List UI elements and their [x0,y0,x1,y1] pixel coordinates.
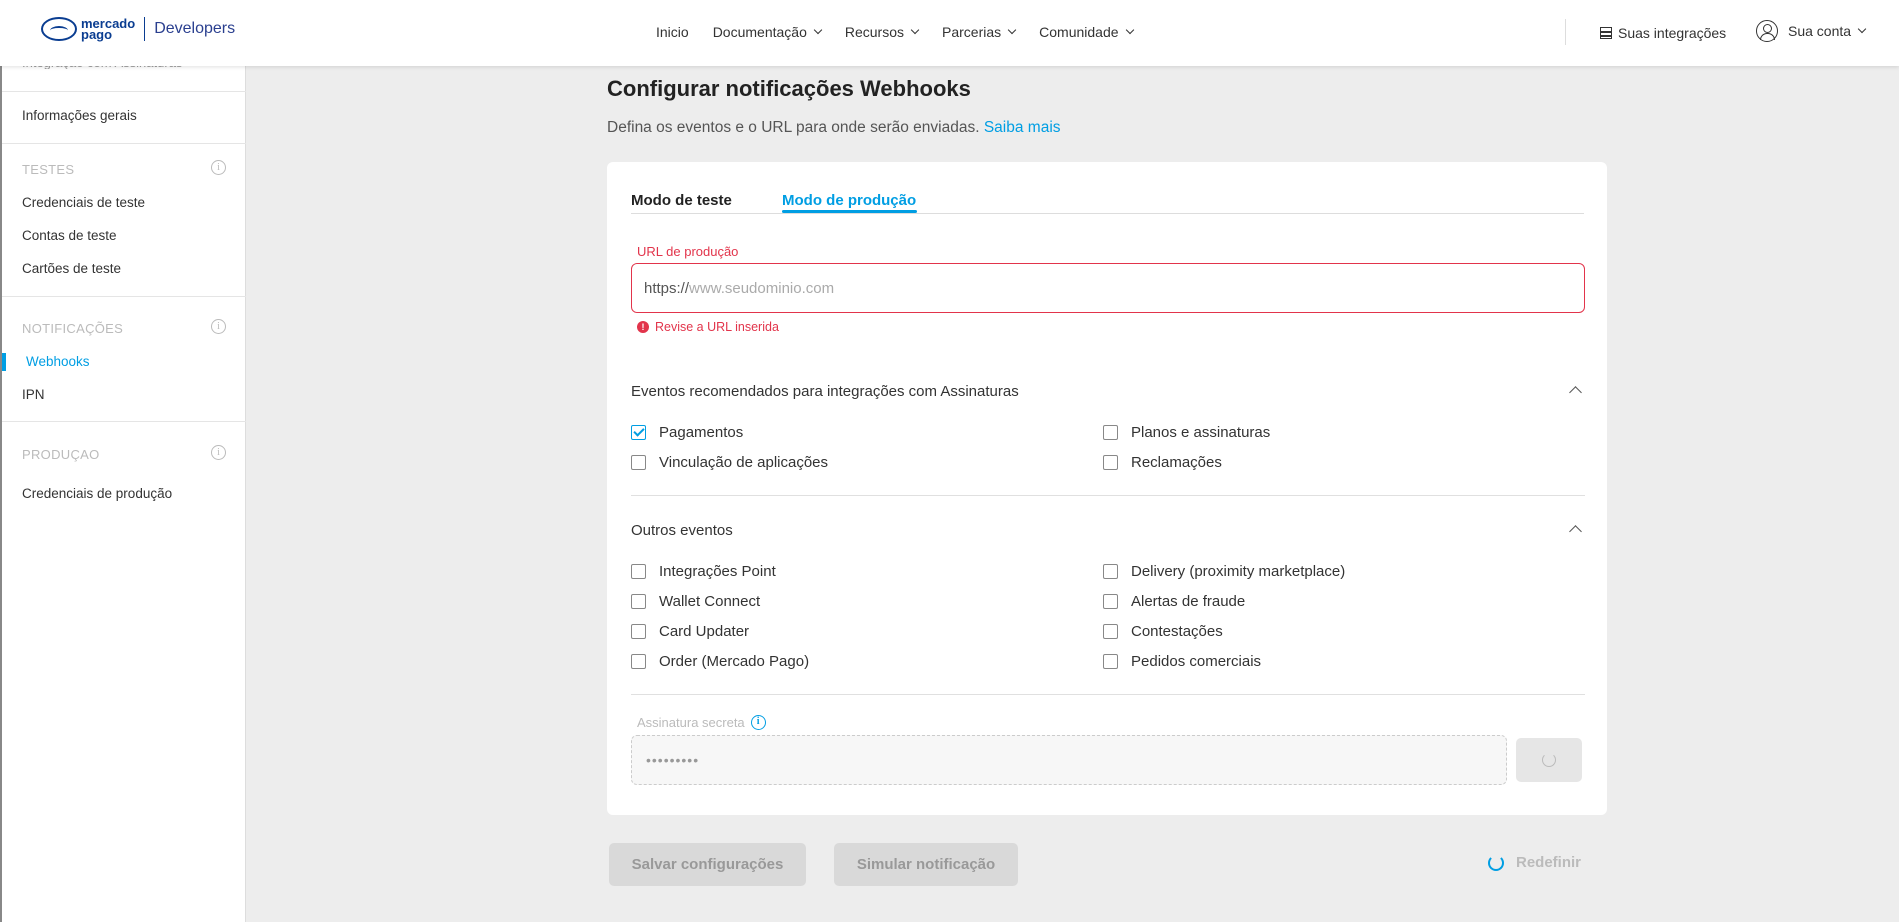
checkbox-icon[interactable] [1103,654,1118,669]
sidebar: Integração com Assinaturas Informações g… [0,0,246,922]
sidebar-item-test-credentials[interactable]: Credenciais de teste [22,195,145,210]
checkbox-icon[interactable] [1103,455,1118,470]
checkbox-icon[interactable] [1103,624,1118,639]
checkbox-icon[interactable] [1103,564,1118,579]
sidebar-item-ipn[interactable]: IPN [22,387,45,402]
checkbox-icon[interactable] [631,564,646,579]
active-tab-underline [782,210,917,213]
top-navbar: mercado pago Developers Inicio Documenta… [0,0,1899,66]
production-url-input[interactable]: https:// www.seudominio.com [631,263,1585,313]
nav-inicio[interactable]: Inicio [656,24,689,40]
checkbox-icon[interactable] [1103,594,1118,609]
section-divider [631,495,1585,496]
regenerate-secret-button[interactable] [1516,738,1582,782]
logo-separator [144,17,146,41]
notifications-info-icon[interactable]: i [211,319,226,334]
learn-more-link[interactable]: Saiba mais [984,119,1061,136]
refresh-icon [1542,753,1556,767]
chevron-up-icon[interactable] [1569,386,1582,399]
sidebar-item-production-credentials[interactable]: Credenciais de produção [22,486,172,501]
production-info-icon[interactable]: i [211,445,226,460]
other-events-heading[interactable]: Outros eventos [631,522,733,539]
handshake-logo-icon [41,17,77,41]
sidebar-divider [2,296,246,297]
url-error-message: ! Revise a URL inserida [637,320,779,334]
section-divider [631,694,1585,695]
logo-wordmark: mercado pago [81,16,136,42]
active-indicator [2,353,6,371]
webhooks-config-card: Modo de teste Modo de produção URL de pr… [607,162,1607,815]
checkbox-checked-icon[interactable] [631,425,646,440]
nav-comunidade[interactable]: Comunidade [1039,24,1134,40]
checkbox-integracoes-point[interactable]: Integrações Point [631,563,776,580]
mercado-pago-logo[interactable]: mercado pago Developers [41,17,235,41]
checkbox-icon[interactable] [631,624,646,639]
chevron-down-icon [1857,24,1867,34]
recommended-events-heading[interactable]: Eventos recomendados para integrações co… [631,383,1019,400]
tab-production-mode[interactable]: Modo de produção [782,192,916,209]
sidebar-divider [2,91,246,92]
checkbox-pedidos-comerciais[interactable]: Pedidos comerciais [1103,653,1261,670]
sidebar-section-notifications: NOTIFICAÇÕES [22,321,124,336]
checkbox-alertas-fraude[interactable]: Alertas de fraude [1103,593,1245,610]
header-separator [1565,19,1566,45]
integrations-icon [1600,27,1612,39]
checkbox-card-updater[interactable]: Card Updater [631,623,749,640]
checkbox-icon[interactable] [631,654,646,669]
chevron-down-icon [1125,25,1134,35]
sidebar-item-test-cards[interactable]: Cartões de teste [22,261,121,276]
sidebar-divider [2,143,246,144]
url-label: URL de produção [637,244,739,259]
developers-label: Developers [154,20,236,37]
checkbox-icon[interactable] [1103,425,1118,440]
mode-tabs: Modo de teste Modo de produção [631,192,1584,214]
sidebar-item-test-accounts[interactable]: Contas de teste [22,228,117,243]
page-subtitle: Defina os eventos e o URL para onde serã… [607,119,1061,136]
checkbox-pagamentos[interactable]: Pagamentos [631,424,743,441]
checkbox-planos-assinaturas[interactable]: Planos e assinaturas [1103,424,1270,441]
checkbox-icon[interactable] [631,455,646,470]
sidebar-section-tests: TESTES [22,162,75,177]
error-icon: ! [637,321,649,333]
info-icon[interactable]: i [750,715,766,730]
chevron-up-icon[interactable] [1569,525,1582,538]
nav-recursos[interactable]: Recursos [845,24,920,40]
sidebar-item-general-info[interactable]: Informações gerais [22,108,137,123]
url-placeholder: www.seudominio.com [689,279,835,297]
checkbox-delivery[interactable]: Delivery (proximity marketplace) [1103,563,1345,580]
integrations-link[interactable]: Suas integrações [1600,25,1726,41]
chevron-down-icon [910,25,920,35]
checkbox-vinculacao-aplicacoes[interactable]: Vinculação de aplicações [631,454,828,471]
page-title: Configurar notificações Webhooks [607,76,971,101]
chevron-down-icon [1007,25,1017,35]
checkbox-wallet-connect[interactable]: Wallet Connect [631,593,760,610]
simulate-notification-button[interactable]: Simular notificação [834,843,1018,886]
save-settings-button[interactable]: Salvar configurações [609,843,806,886]
url-prefix: https:// [644,279,690,297]
nav-parcerias[interactable]: Parcerias [942,24,1017,40]
sidebar-item-webhooks[interactable]: Webhooks [26,354,90,369]
chevron-down-icon [813,25,823,35]
refresh-icon [1488,854,1504,871]
sidebar-divider [2,421,246,422]
secret-signature-label: Assinatura secreta i [637,715,766,730]
checkbox-icon[interactable] [631,594,646,609]
reset-button[interactable]: Redefinir [1488,854,1581,871]
sidebar-section-production: PRODUÇAO [22,447,100,462]
tests-info-icon[interactable]: i [211,160,226,175]
checkbox-contestacoes[interactable]: Contestações [1103,623,1223,640]
nav-documentacao[interactable]: Documentação [713,24,823,40]
user-avatar-icon [1756,20,1778,42]
checkbox-order-mercado-pago[interactable]: Order (Mercado Pago) [631,653,809,670]
account-menu[interactable]: Sua conta [1756,20,1867,42]
checkbox-reclamacoes[interactable]: Reclamações [1103,454,1222,471]
secret-signature-field: ••••••••• [631,735,1507,785]
tab-test-mode[interactable]: Modo de teste [631,192,732,209]
main-nav: Inicio Documentação Recursos Parcerias C… [656,24,1157,40]
